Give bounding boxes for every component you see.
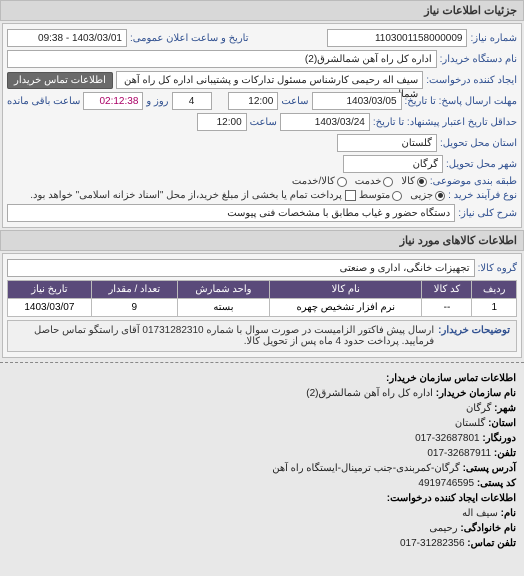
desc-label: شرح کلی نیاز:	[458, 208, 517, 219]
treasury-checkbox[interactable]	[345, 190, 356, 201]
contact-cphone-label: تلفن تماس:	[467, 538, 516, 549]
col-date: تاریخ نیاز	[8, 281, 92, 299]
contact-fax: 32687801-017	[415, 433, 480, 444]
cell-row: 1	[472, 299, 517, 317]
contact-cphone: 31282356-017	[400, 538, 465, 549]
radio-goods-label: کالا	[401, 176, 415, 187]
radio-dot-icon	[337, 177, 347, 187]
buyer-note-box: توضیحات خریدار: ارسال پیش فاکتور الزامیس…	[7, 320, 517, 352]
col-code: کد کالا	[422, 281, 472, 299]
goods-table: ردیف کد کالا نام کالا واحد شمارش تعداد /…	[7, 280, 517, 317]
contact-zip: 4919746595	[418, 478, 474, 489]
radio-both[interactable]: کالا/خدمت	[292, 176, 347, 187]
valid-time-value: 12:00	[197, 113, 247, 131]
buyer-org-label: نام دستگاه خریدار:	[440, 54, 517, 65]
contact-org: اداره کل راه آهن شمالشرق(2)	[306, 388, 433, 399]
contact-block: اطلاعات تماس سازمان خریدار: نام سازمان خ…	[0, 367, 524, 555]
procure-label: نوع فرآیند خرید :	[448, 190, 517, 201]
category-radio-group: کالا خدمت کالا/خدمت	[292, 176, 427, 187]
radio-dot-icon	[417, 177, 427, 187]
contact-addr-label: آدرس پستی:	[463, 463, 516, 474]
valid-date-value: 1403/03/24	[280, 113, 370, 131]
desc-value: دستگاه حضور و غیاب مطابق با مشخصات فنی پ…	[7, 204, 455, 222]
radio-dot-icon	[383, 177, 393, 187]
contact-lname-label: نام خانوادگی:	[460, 523, 516, 534]
need-no-value: 1103001158000009	[327, 29, 467, 47]
contact-city: گرگان	[466, 403, 491, 414]
contact-city-label: شهر:	[494, 403, 516, 414]
radio-goods[interactable]: کالا	[401, 176, 427, 187]
radio-both-label: کالا/خدمت	[292, 176, 335, 187]
goods-group-label: گروه کالا:	[478, 263, 517, 274]
province-value: گلستان	[337, 134, 437, 152]
radio-medium[interactable]: متوسط	[359, 190, 402, 201]
col-row: ردیف	[472, 281, 517, 299]
resp-date-value: 1403/03/05	[312, 92, 402, 110]
proc-note-label: پرداخت تمام یا بخشی از مبلغ خرید،از محل …	[30, 190, 342, 201]
cell-unit: بسته	[177, 299, 269, 317]
radio-minor-label: جزیی	[410, 190, 433, 201]
city-label: شهر محل تحویل:	[446, 159, 517, 170]
main-info-panel: شماره نیاز: 1103001158000009 تاریخ و ساع…	[2, 23, 522, 228]
resp-deadline-label: مهلت ارسال پاسخ: تا تاریخ:	[405, 96, 517, 107]
buyer-contact-button[interactable]: اطلاعات تماس خریدار	[7, 72, 113, 89]
remain-value: 02:12:38	[83, 92, 143, 110]
cell-name: نرم افزار تشخیص چهره	[270, 299, 422, 317]
resp-days-value: 4	[172, 92, 212, 110]
radio-service-label: خدمت	[355, 176, 382, 187]
contact-zip-label: کد پستی:	[477, 478, 516, 489]
table-header-row: ردیف کد کالا نام کالا واحد شمارش تعداد /…	[8, 281, 517, 299]
remain-label: ساعت باقی مانده	[7, 96, 80, 107]
city-value: گرگان	[343, 155, 443, 173]
resp-time-value: 12:00	[228, 92, 278, 110]
contact-addr: گرگان-کمربندی-جنب ترمینال-ایستگاه راه آه…	[272, 463, 460, 474]
goods-section-title: اطلاعات کالاهای مورد نیاز	[0, 230, 524, 251]
category-label: طبقه بندی موضوعی:	[430, 176, 517, 187]
announce-label: تاریخ و ساعت اعلان عمومی:	[130, 33, 249, 44]
page-title: جزئیات اطلاعات نیاز	[0, 0, 524, 21]
radio-dot-icon	[435, 191, 445, 201]
col-unit: واحد شمارش	[177, 281, 269, 299]
province-label: استان محل تحویل:	[440, 138, 517, 149]
cell-code: --	[422, 299, 472, 317]
contact-org-label: نام سازمان خریدار:	[436, 388, 516, 399]
contact-fax-label: دورنگار:	[482, 433, 516, 444]
announce-value: 1403/03/01 - 09:38	[7, 29, 127, 47]
need-no-label: شماره نیاز:	[470, 33, 517, 44]
creator-label: ایجاد کننده درخواست:	[426, 75, 517, 86]
col-qty: تعداد / مقدار	[91, 281, 177, 299]
table-row[interactable]: 1 -- نرم افزار تشخیص چهره بسته 9 1403/03…	[8, 299, 517, 317]
radio-minor[interactable]: جزیی	[410, 190, 445, 201]
contact-province: گلستان	[455, 418, 485, 429]
contact-name-label: نام:	[501, 508, 516, 519]
col-name: نام کالا	[270, 281, 422, 299]
radio-service[interactable]: خدمت	[355, 176, 394, 187]
divider	[0, 362, 524, 363]
goods-group-value: تجهیزات خانگی، اداری و صنعتی	[7, 259, 475, 277]
days-and-label: روز و	[146, 96, 168, 107]
valid-until-label: حداقل تاریخ اعتبار پیشنهاد: تا تاریخ:	[373, 117, 517, 128]
buyer-note-label: توضیحات خریدار:	[438, 325, 510, 347]
contact-province-label: استان:	[488, 418, 516, 429]
radio-medium-label: متوسط	[359, 190, 390, 201]
contact-title2: اطلاعات ایجاد کننده درخواست:	[387, 493, 516, 504]
contact-name: سیف اله	[462, 508, 498, 519]
creator-value: سیف اله رحیمی کارشناس مسئول تدارکات و پش…	[116, 71, 423, 89]
cell-date: 1403/03/07	[8, 299, 92, 317]
buyer-org-value: اداره کل راه آهن شمالشرق(2)	[7, 50, 437, 68]
contact-phone: 32687911-017	[427, 448, 491, 459]
buyer-note-text: ارسال پیش فاکتور الزامیست در صورت سوال ب…	[14, 325, 434, 347]
goods-panel: گروه کالا: تجهیزات خانگی، اداری و صنعتی …	[2, 253, 522, 358]
contact-lname: رحیمی	[429, 523, 457, 534]
cell-qty: 9	[91, 299, 177, 317]
valid-time-label: ساعت	[250, 117, 277, 128]
contact-phone-label: تلفن:	[494, 448, 516, 459]
contact-title1: اطلاعات تماس سازمان خریدار:	[386, 373, 516, 384]
resp-time-label: ساعت	[281, 96, 308, 107]
radio-dot-icon	[392, 191, 402, 201]
procure-radio-group: جزیی متوسط	[359, 190, 445, 201]
